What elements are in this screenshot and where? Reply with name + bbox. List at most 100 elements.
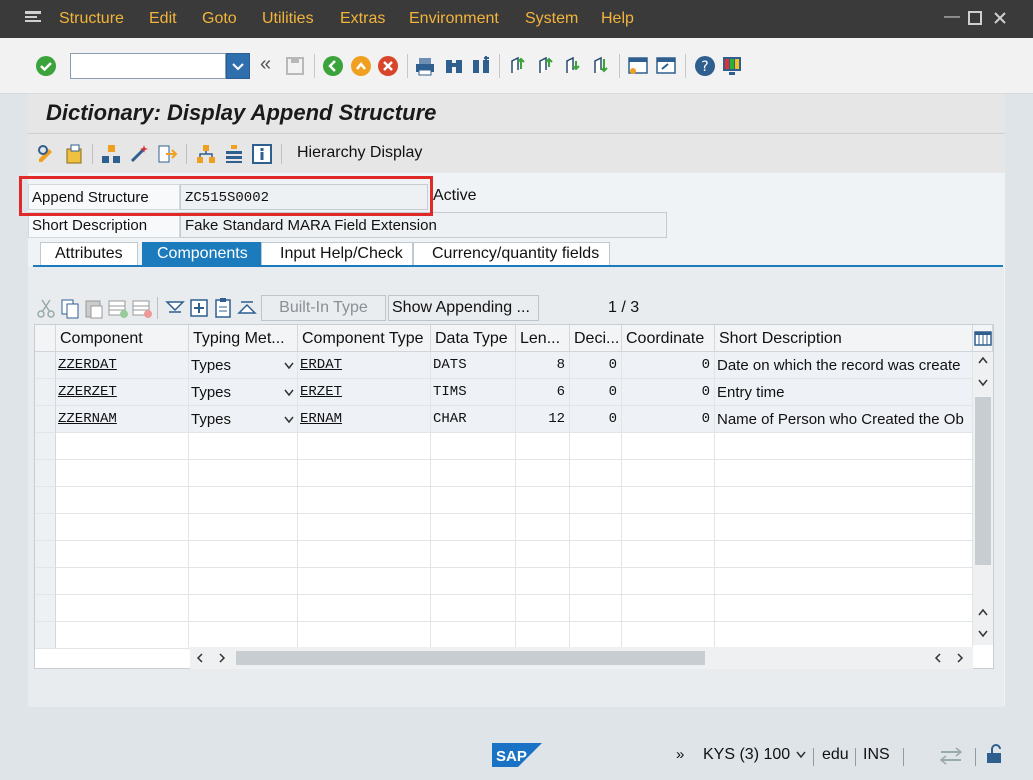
empty-cell[interactable] — [298, 460, 431, 487]
scroll-left-end-icon[interactable] — [933, 652, 943, 664]
empty-cell[interactable] — [189, 622, 298, 649]
horizontal-scroll-thumb[interactable] — [236, 651, 705, 665]
info-icon[interactable] — [251, 143, 273, 165]
paste-icon[interactable] — [83, 295, 105, 321]
hierarchy-icon[interactable] — [195, 143, 217, 165]
find-next-icon[interactable] — [470, 55, 492, 77]
copy-icon[interactable] — [59, 295, 81, 321]
row-selector[interactable] — [35, 568, 56, 595]
command-dropdown-button[interactable] — [226, 53, 250, 79]
empty-cell[interactable] — [56, 595, 189, 622]
column-header-component[interactable]: Component — [56, 325, 189, 352]
clipboard-icon[interactable] — [212, 295, 234, 321]
delete-row-icon[interactable] — [131, 295, 153, 321]
menu-system[interactable]: System — [525, 10, 578, 28]
empty-cell[interactable] — [56, 433, 189, 460]
menu-extras[interactable]: Extras — [340, 10, 385, 28]
tab-components[interactable]: Components — [142, 242, 263, 266]
empty-cell[interactable] — [298, 487, 431, 514]
insert-row-icon[interactable] — [107, 295, 129, 321]
empty-cell[interactable] — [56, 622, 189, 649]
typing-dropdown-icon[interactable] — [283, 361, 295, 371]
column-header-typing-method[interactable]: Typing Met... — [189, 325, 298, 352]
scroll-right-icon[interactable] — [217, 652, 227, 664]
empty-cell[interactable] — [189, 541, 298, 568]
row-selector[interactable] — [35, 622, 56, 649]
find-icon[interactable] — [443, 55, 465, 77]
where-used-icon[interactable] — [156, 143, 178, 165]
row-selector[interactable] — [35, 514, 56, 541]
check-object-icon[interactable] — [100, 143, 122, 165]
print-icon[interactable] — [414, 55, 436, 77]
next-page-icon[interactable] — [562, 55, 584, 77]
typing-method-cell[interactable]: Types — [189, 379, 298, 406]
row-selector[interactable] — [35, 595, 56, 622]
row-selector[interactable] — [35, 541, 56, 568]
back-icon[interactable] — [322, 55, 344, 77]
cut-icon[interactable] — [35, 295, 57, 321]
column-header-decimals[interactable]: Deci... — [570, 325, 622, 352]
empty-cell[interactable] — [56, 541, 189, 568]
column-header-data-type[interactable]: Data Type — [431, 325, 516, 352]
scroll-right-end-icon[interactable] — [955, 652, 965, 664]
command-field[interactable] — [70, 53, 226, 79]
save-icon[interactable] — [284, 55, 306, 77]
minimize-icon[interactable]: — — [944, 8, 960, 26]
collapse-up-icon[interactable] — [236, 295, 258, 321]
vertical-scrollbar[interactable] — [973, 352, 993, 645]
component-type-cell[interactable]: ERZET — [298, 379, 431, 406]
column-header-short-description[interactable]: Short Description — [715, 325, 973, 352]
new-session-icon[interactable] — [627, 55, 649, 77]
empty-cell[interactable] — [298, 595, 431, 622]
tab-input-help-check[interactable]: Input Help/Check — [261, 242, 413, 266]
menu-utilities[interactable]: Utilities — [262, 10, 314, 28]
empty-cell[interactable] — [56, 514, 189, 541]
empty-cell[interactable] — [189, 460, 298, 487]
typing-method-cell[interactable]: Types — [189, 352, 298, 379]
exit-icon[interactable] — [350, 55, 372, 77]
page-down-icon[interactable] — [977, 629, 989, 639]
lock-icon[interactable] — [984, 743, 1006, 765]
scroll-down-icon[interactable] — [977, 378, 989, 388]
component-cell[interactable]: ZZERNAM — [56, 406, 189, 433]
cancel-icon[interactable] — [377, 55, 399, 77]
empty-cell[interactable] — [298, 433, 431, 460]
system-info-dropdown-icon[interactable] — [795, 750, 807, 760]
row-selector[interactable] — [35, 433, 56, 460]
built-in-type-button[interactable]: Built-In Type — [261, 295, 386, 321]
row-selector[interactable] — [35, 460, 56, 487]
maximize-icon[interactable] — [968, 11, 982, 25]
empty-cell[interactable] — [298, 514, 431, 541]
previous-page-icon[interactable] — [535, 55, 557, 77]
column-header-coordinate[interactable]: Coordinate — [622, 325, 715, 352]
menu-edit[interactable]: Edit — [149, 10, 177, 28]
row-selector[interactable] — [35, 406, 56, 433]
component-cell[interactable]: ZZERZET — [56, 379, 189, 406]
column-settings-cell[interactable] — [973, 325, 993, 352]
empty-cell[interactable] — [56, 568, 189, 595]
last-page-icon[interactable] — [590, 55, 612, 77]
typing-method-cell[interactable]: Types — [189, 406, 298, 433]
page-up-icon[interactable] — [977, 607, 989, 617]
menu-structure[interactable]: Structure — [59, 10, 124, 28]
tab-currency-quantity-fields[interactable]: Currency/quantity fields — [413, 242, 611, 266]
app-menu-icon[interactable] — [24, 10, 42, 26]
customize-layout-icon[interactable] — [721, 55, 743, 77]
horizontal-scrollbar[interactable] — [190, 647, 973, 669]
expand-status-icon[interactable]: » — [676, 746, 684, 763]
activate-icon[interactable] — [128, 143, 150, 165]
shortcut-icon[interactable] — [655, 55, 677, 77]
tab-attributes[interactable]: Attributes — [40, 242, 138, 266]
object-list-icon[interactable] — [223, 143, 245, 165]
collapse-icon[interactable]: « — [260, 53, 271, 76]
empty-cell[interactable] — [189, 514, 298, 541]
vertical-scroll-thumb[interactable] — [975, 397, 991, 565]
close-icon[interactable] — [993, 11, 1007, 25]
menu-help[interactable]: Help — [601, 10, 634, 28]
input-mode[interactable]: INS — [863, 746, 890, 764]
empty-cell[interactable] — [298, 622, 431, 649]
empty-cell[interactable] — [189, 595, 298, 622]
empty-cell[interactable] — [56, 460, 189, 487]
display-change-icon[interactable] — [36, 143, 58, 165]
hierarchy-display-button[interactable]: Hierarchy Display — [297, 144, 422, 162]
